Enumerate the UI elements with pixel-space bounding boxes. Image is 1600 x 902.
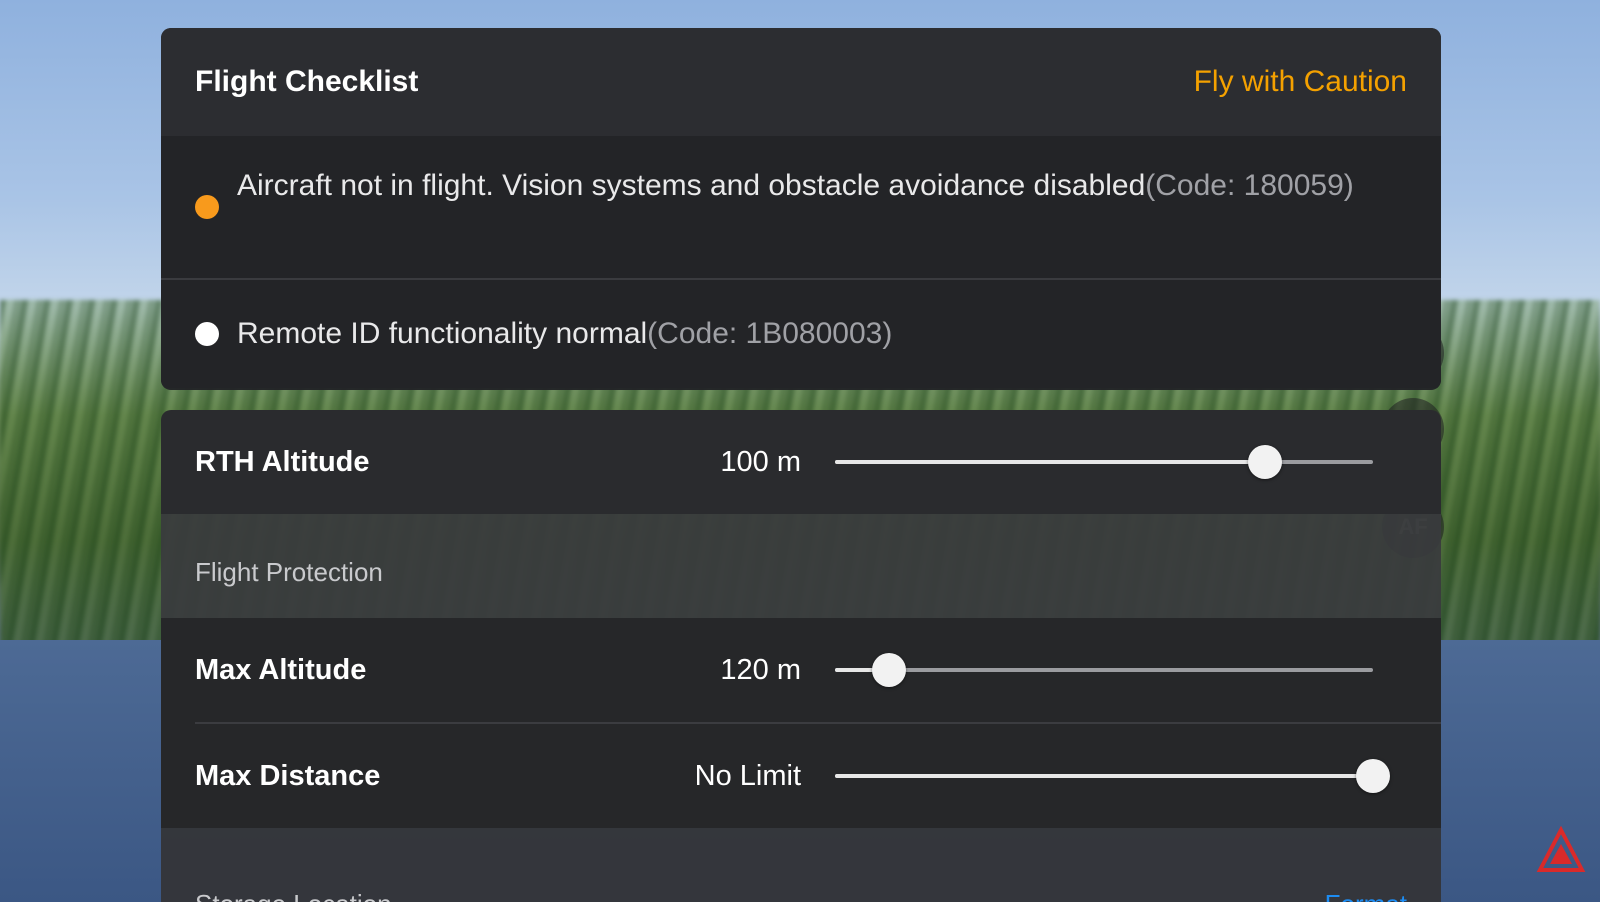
checklist-item-remote-id[interactable]: Remote ID functionality normal(Code: 1B0… — [161, 280, 1441, 388]
checklist-item-text: Remote ID functionality normal(Code: 1B0… — [237, 316, 892, 352]
storage-location-label: Storage Location — [195, 889, 392, 902]
checklist-item-code: (Code: 1B080003) — [647, 317, 893, 350]
slider-handle[interactable] — [1356, 759, 1390, 793]
max-distance-label: Max Distance — [195, 759, 381, 792]
rth-altitude-label: RTH Altitude — [195, 445, 370, 478]
rth-altitude-row: RTH Altitude 100 m — [161, 410, 1441, 514]
max-altitude-label: Max Altitude — [195, 653, 367, 686]
max-altitude-value: 120 m — [720, 653, 801, 686]
flight-checklist-panel: Flight Checklist Fly with Caution Aircra… — [161, 28, 1441, 390]
section-title: Flight Protection — [195, 556, 383, 587]
normal-dot-icon — [195, 322, 219, 346]
max-altitude-row: Max Altitude 120 m — [161, 618, 1441, 722]
checklist-item-code: (Code: 180059) — [1145, 169, 1354, 202]
flight-settings-panel: RTH Altitude 100 m Flight Protection Max… — [161, 410, 1441, 902]
flight-protection-heading: Flight Protection — [161, 514, 1441, 618]
max-distance-value: No Limit — [694, 759, 801, 792]
slider-fill — [835, 774, 1373, 778]
checklist-item-text: Aircraft not in flight. Vision systems a… — [237, 168, 1354, 204]
warning-dot-icon — [195, 195, 219, 219]
checklist-item-message: Remote ID functionality normal — [237, 317, 648, 350]
format-button[interactable]: Format — [1325, 889, 1407, 902]
slider-handle[interactable] — [1248, 445, 1283, 479]
checklist-header: Flight Checklist Fly with Caution — [161, 28, 1441, 136]
checklist-item-message: Aircraft not in flight. Vision systems a… — [237, 169, 1146, 202]
slider-handle[interactable] — [871, 653, 906, 687]
max-distance-slider[interactable] — [835, 759, 1390, 793]
max-distance-row: Max Distance No Limit — [161, 724, 1441, 828]
watermark-logo-icon — [1536, 826, 1586, 872]
max-altitude-slider[interactable] — [835, 653, 1373, 687]
rth-altitude-value: 100 m — [720, 445, 801, 478]
checklist-title: Flight Checklist — [195, 65, 419, 98]
flight-status[interactable]: Fly with Caution — [1194, 65, 1407, 99]
storage-location-heading: Storage Location Format — [161, 828, 1441, 902]
slider-fill — [835, 460, 1266, 464]
rth-altitude-slider[interactable] — [835, 445, 1373, 479]
checklist-item-vision[interactable]: Aircraft not in flight. Vision systems a… — [161, 136, 1441, 280]
